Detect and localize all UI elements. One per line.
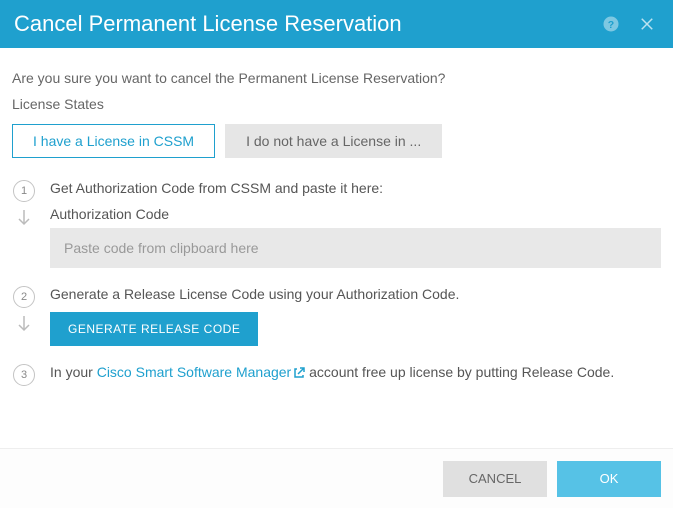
cssm-link[interactable]: Cisco Smart Software Manager — [97, 364, 306, 380]
step-body: In your Cisco Smart Software Manager acc… — [50, 364, 661, 380]
auth-code-input[interactable] — [50, 228, 661, 268]
svg-text:?: ? — [608, 19, 614, 31]
step-2: 2 Generate a Release License Code using … — [12, 286, 661, 346]
step-indicator: 2 — [12, 286, 36, 337]
tabs: I have a License in CSSM I do not have a… — [12, 124, 661, 158]
license-states-label: License States — [12, 96, 661, 112]
ok-button[interactable]: OK — [557, 461, 661, 497]
arrow-down-icon — [17, 316, 31, 337]
cancel-button[interactable]: CANCEL — [443, 461, 547, 497]
dialog-footer: CANCEL OK — [0, 448, 673, 508]
dialog-titlebar: Cancel Permanent License Reservation ? — [0, 0, 673, 48]
step-1: 1 Get Authorization Code from CSSM and p… — [12, 180, 661, 268]
cssm-link-text: Cisco Smart Software Manager — [97, 364, 292, 380]
tab-no-license[interactable]: I do not have a License in ... — [225, 124, 442, 158]
step-3: 3 In your Cisco Smart Software Manager a… — [12, 364, 661, 386]
step-3-prefix: In your — [50, 364, 97, 380]
help-icon[interactable]: ? — [599, 12, 623, 36]
confirm-text: Are you sure you want to cancel the Perm… — [12, 70, 661, 86]
step-indicator: 3 — [12, 364, 36, 386]
step-3-suffix: account free up license by putting Relea… — [305, 364, 614, 380]
step-body: Generate a Release License Code using yo… — [50, 286, 661, 346]
dialog-content: Are you sure you want to cancel the Perm… — [0, 48, 673, 386]
step-indicator: 1 — [12, 180, 36, 231]
step-number: 2 — [13, 286, 35, 308]
generate-release-code-button[interactable]: GENERATE RELEASE CODE — [50, 312, 258, 346]
external-link-icon — [293, 367, 305, 379]
step-2-instruction: Generate a Release License Code using yo… — [50, 286, 661, 302]
step-body: Get Authorization Code from CSSM and pas… — [50, 180, 661, 268]
step-number: 1 — [13, 180, 35, 202]
close-icon[interactable] — [635, 12, 659, 36]
dialog-title: Cancel Permanent License Reservation — [14, 11, 587, 37]
tab-have-license[interactable]: I have a License in CSSM — [12, 124, 215, 158]
step-number: 3 — [13, 364, 35, 386]
step-1-instruction: Get Authorization Code from CSSM and pas… — [50, 180, 661, 196]
steps: 1 Get Authorization Code from CSSM and p… — [12, 180, 661, 386]
arrow-down-icon — [17, 210, 31, 231]
auth-code-label: Authorization Code — [50, 206, 661, 222]
